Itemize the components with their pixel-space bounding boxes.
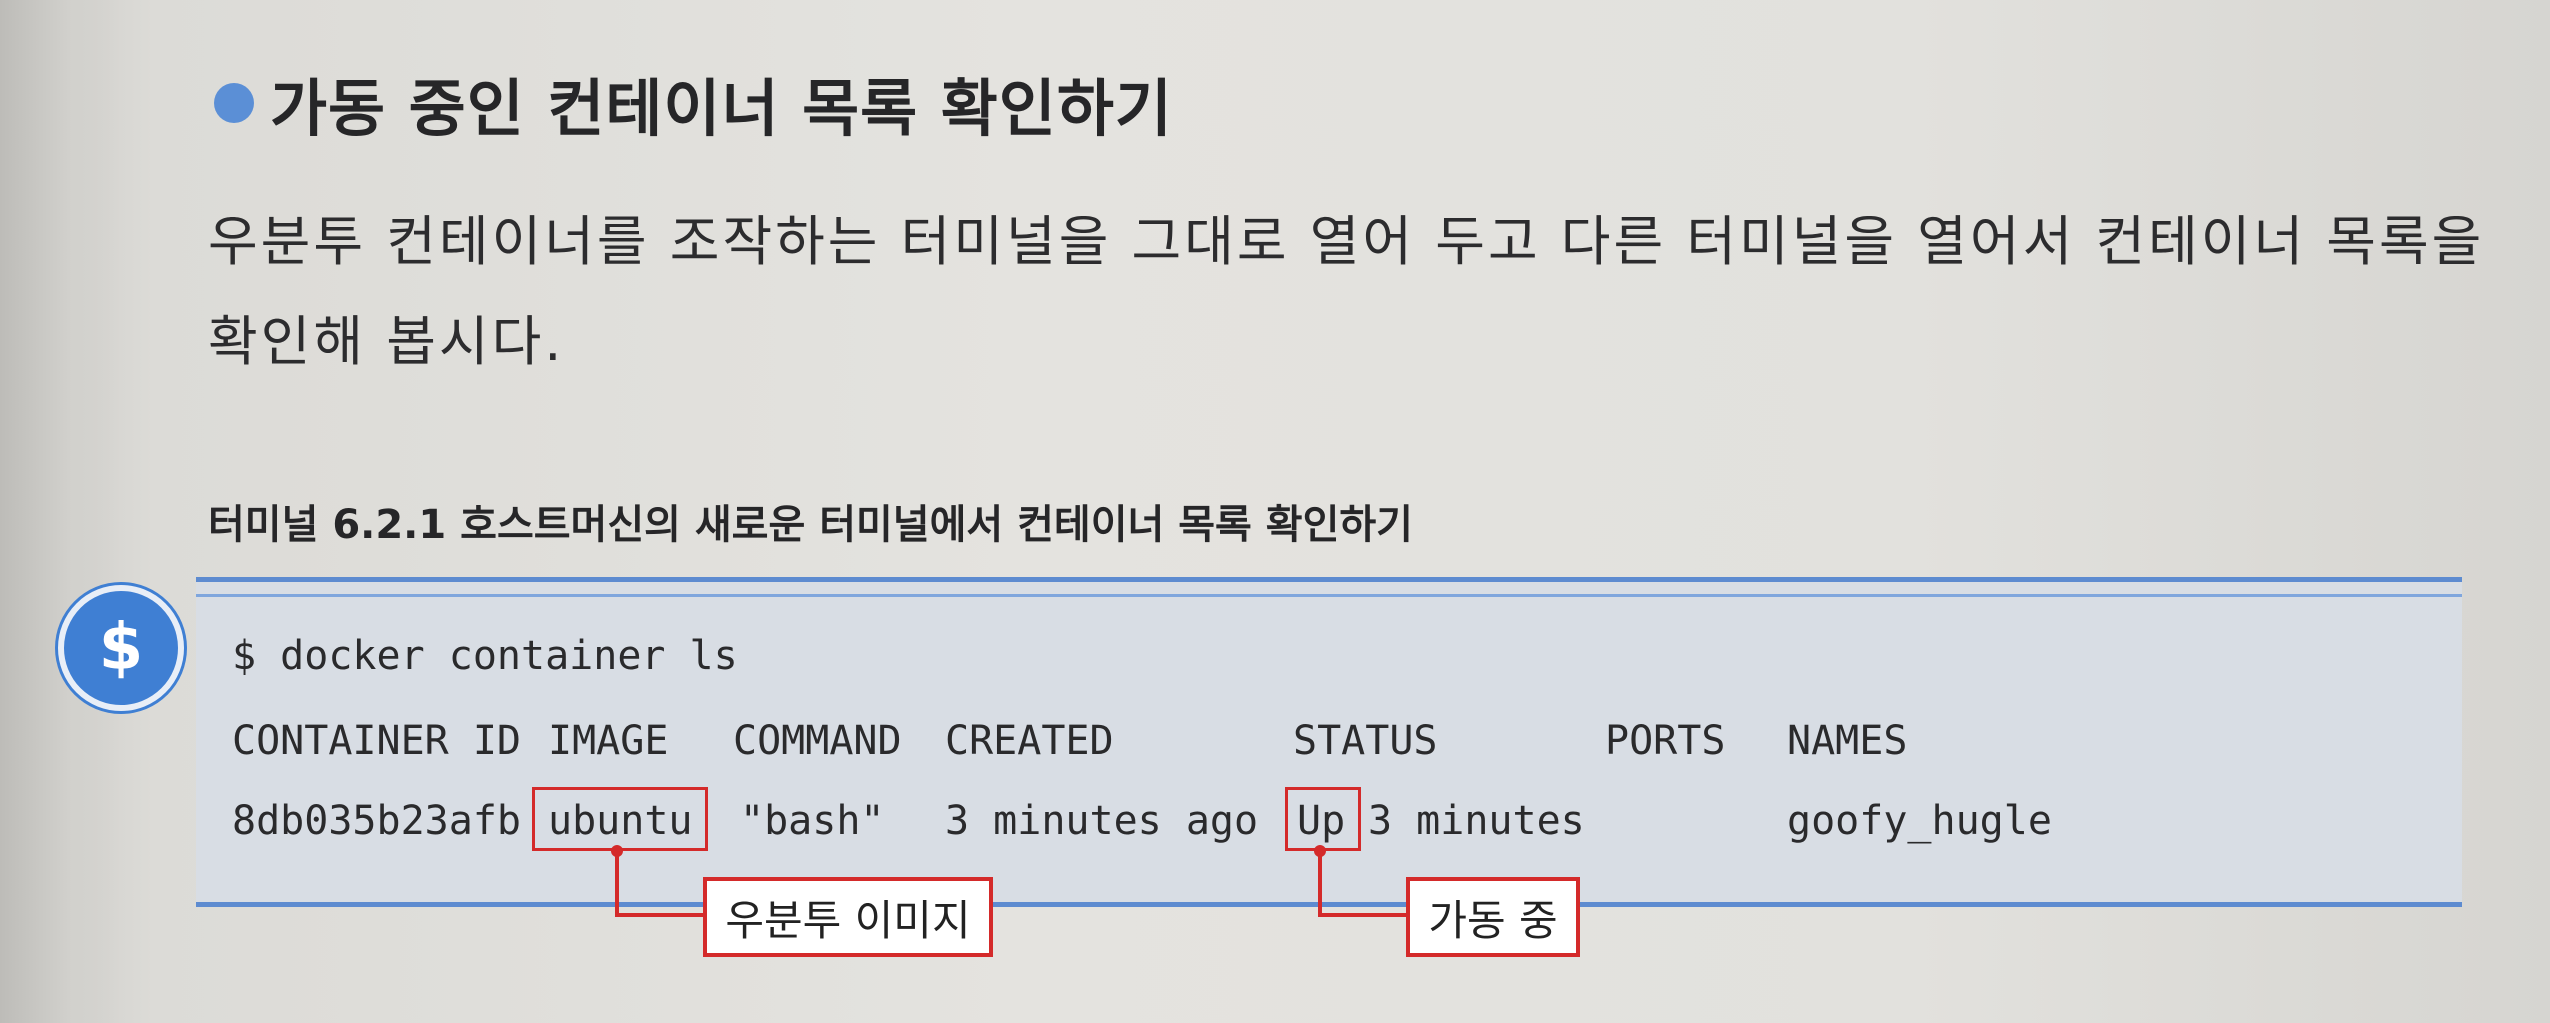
- terminal-badge-symbol: $: [98, 611, 144, 685]
- figure-caption: 터미널 6.2.1 호스트머신의 새로운 터미널에서 컨테이너 목록 확인하기: [208, 502, 1413, 548]
- header-names: NAMES: [1787, 718, 1908, 764]
- header-created: CREATED: [945, 718, 1114, 764]
- row-status-rest: 3 minutes: [1368, 798, 1585, 844]
- image-callout-vertical: [615, 851, 619, 917]
- terminal-top-rule: [196, 594, 2462, 597]
- heading-title: 가동 중인 컨테이너 목록 확인하기: [270, 72, 1173, 145]
- row-container-id: 8db035b23afb: [232, 798, 521, 844]
- section-heading: 가동 중인 컨테이너 목록 확인하기: [214, 58, 1173, 148]
- status-callout-label: 가동 중: [1406, 877, 1580, 957]
- status-highlight-box: [1285, 787, 1361, 851]
- status-callout-horizontal: [1318, 913, 1408, 917]
- status-callout-vertical: [1318, 851, 1322, 917]
- terminal-dollar-icon: $: [58, 585, 184, 711]
- image-highlight-box: [532, 787, 708, 851]
- row-names: goofy_hugle: [1787, 798, 2052, 844]
- row-created: 3 minutes ago: [945, 798, 1259, 844]
- header-image: IMAGE: [548, 718, 669, 764]
- header-ports: PORTS: [1605, 718, 1726, 764]
- bullet-dot-icon: [214, 83, 254, 123]
- page-gutter-shadow: [0, 0, 120, 1023]
- row-command: "bash": [740, 798, 885, 844]
- body-paragraph: 우분투 컨테이너를 조작하는 터미널을 그대로 열어 두고 다른 터미널을 열어…: [208, 210, 2485, 373]
- header-command: COMMAND: [733, 718, 902, 764]
- image-callout-horizontal: [615, 913, 706, 917]
- terminal-command: $ docker container ls: [232, 633, 738, 679]
- header-status: STATUS: [1293, 718, 1438, 764]
- header-container-id: CONTAINER ID: [232, 718, 521, 764]
- image-callout-label: 우분투 이미지: [703, 877, 993, 957]
